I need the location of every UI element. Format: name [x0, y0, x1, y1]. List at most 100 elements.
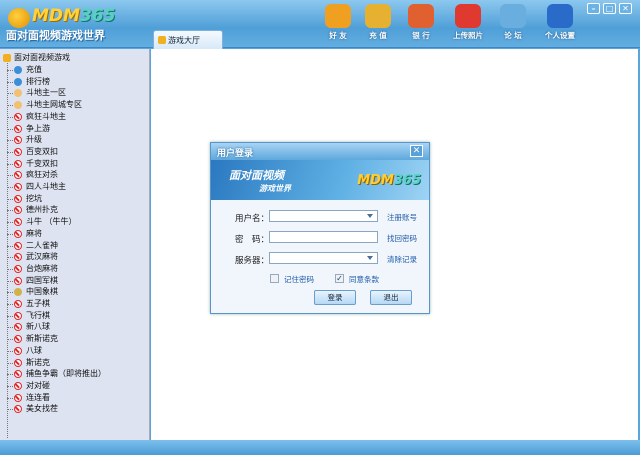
tree-item-label: 二人雀神 [26, 240, 58, 250]
disabled-icon [14, 218, 22, 227]
tree-item-label: 德州扑克 [26, 205, 58, 215]
toolbar-button-0[interactable]: 好 友 [318, 4, 358, 41]
tree-item-label: 争上游 [26, 123, 50, 133]
clear-records-link[interactable]: 清除记录 [387, 254, 417, 265]
game-tree-sidebar[interactable]: 面对面视频游戏 充值 排行榜 斗地主一区 斗地主网城专区 疯狂斗地主 争上游 升级 百变双扣千… [0, 49, 150, 440]
toolbar-button-5[interactable]: 个人设置 [540, 4, 580, 41]
title-bar: MDM365 面对面视频游戏世界 游戏大厅 好 友 充 值 银 行 上传照片 论 坛 个人… [0, 0, 640, 49]
tree-connector [7, 304, 13, 305]
ie-icon [14, 66, 22, 74]
toolbar-label: 个人设置 [545, 31, 575, 40]
username-combobox[interactable] [269, 210, 378, 222]
camera-icon [455, 4, 481, 28]
tree-connector [7, 105, 13, 107]
tree-connector [7, 81, 13, 83]
chevron-down-icon[interactable] [367, 256, 373, 263]
exit-button[interactable]: 退出 [370, 290, 412, 305]
banner-line2: 游戏世界 [259, 184, 291, 193]
chevron-down-icon[interactable] [367, 214, 373, 221]
banner-logo: MDM365 [357, 173, 421, 188]
disabled-icon [14, 405, 22, 414]
banner-line1: 面对面视频 [229, 169, 284, 182]
toolbar-button-4[interactable]: 论 坛 [493, 4, 533, 41]
dialog-close-button[interactable]: ✕ [410, 145, 423, 157]
tree-item-label: 挖坑 [26, 193, 42, 203]
toolbar-button-1[interactable]: 充 值 [358, 4, 398, 41]
tab-label: 游戏大厅 [168, 36, 200, 45]
tree-connector [7, 187, 13, 188]
disabled-icon [14, 183, 22, 191]
minimize-button[interactable]: – [587, 3, 600, 14]
disabled-icon [14, 264, 22, 273]
disabled-icon [14, 253, 22, 262]
tree-connector [7, 116, 13, 118]
tree-connector [7, 374, 13, 376]
remember-password-checkbox[interactable] [270, 274, 279, 283]
bank-house-icon [408, 4, 434, 28]
coins-icon [365, 4, 391, 28]
agree-terms-checkbox[interactable]: ✓ [335, 274, 344, 283]
tree-item-label: 百变双扣 [26, 146, 58, 156]
disabled-icon [14, 159, 22, 168]
tree-item-label: 对对碰 [26, 380, 50, 390]
disabled-icon [14, 335, 22, 344]
tree-connector [7, 362, 13, 364]
tree-item-label: 四人斗地主 [26, 182, 66, 191]
tree-connector [7, 339, 13, 341]
tree-item-label: 疯狂对杀 [26, 170, 58, 180]
disabled-icon [14, 171, 22, 180]
remember-password-label[interactable]: 记住密码 [284, 274, 314, 285]
tree-root-label: 面对面视频游戏 [14, 53, 70, 62]
toolbar-label: 充 值 [369, 31, 387, 40]
disabled-icon [14, 194, 22, 203]
tree-connector [7, 163, 13, 165]
tree-item-label: 斗牛 （牛牛） [26, 217, 77, 227]
tree-connector [7, 409, 13, 411]
recover-password-link[interactable]: 找回密码 [387, 233, 417, 244]
tree-item-label: 新斯诺克 [26, 334, 58, 344]
tree-item-label: 八球 [26, 345, 42, 355]
toolbar-label: 好 友 [329, 31, 347, 40]
tree-item-label: 升级 [26, 135, 42, 145]
tree-connector [7, 315, 13, 317]
tree-item-label: 四国军棋 [26, 275, 58, 285]
user-settings-icon [547, 4, 573, 28]
toolbar-button-2[interactable]: 银 行 [401, 4, 441, 41]
toolbar-button-3[interactable]: 上传照片 [448, 4, 488, 41]
agree-terms-label[interactable]: 同意条款 [349, 274, 379, 285]
tree-item-label: 美女找茬 [26, 404, 58, 414]
tree-item-label: 斯诺克 [26, 357, 50, 367]
disabled-icon [14, 300, 22, 308]
close-button[interactable]: ✕ [619, 3, 632, 14]
disabled-icon [14, 147, 22, 156]
server-label: 服务器： [234, 256, 269, 266]
server-combobox[interactable] [269, 252, 378, 264]
disabled-icon [14, 241, 22, 250]
tree-connector [7, 245, 13, 247]
tree-item-label: 斗地主网城专区 [26, 100, 82, 110]
tree-connector [7, 280, 13, 282]
tree-item-label: 五子棋 [26, 299, 50, 308]
maximize-button[interactable]: □ [603, 3, 616, 14]
disabled-icon [14, 370, 22, 379]
password-input[interactable] [269, 231, 378, 243]
tab-game-lobby[interactable]: 游戏大厅 [153, 30, 223, 49]
doudizhu-icon [14, 89, 22, 98]
status-bar [0, 440, 640, 455]
disabled-icon [14, 311, 22, 320]
disabled-icon [14, 276, 22, 285]
disabled-icon [14, 393, 22, 402]
disabled-icon [14, 124, 22, 133]
register-link[interactable]: 注册账号 [387, 212, 417, 223]
disabled-icon [14, 229, 22, 238]
login-button[interactable]: 登录 [314, 290, 356, 305]
disabled-icon [14, 381, 22, 390]
toolbar-label: 论 坛 [504, 31, 522, 40]
username-label: 用户名： [234, 214, 269, 224]
disabled-icon [14, 136, 22, 145]
tree-item-label: 台炮麻将 [26, 263, 58, 273]
logo-people-icon [8, 8, 30, 28]
lobby-icon [158, 36, 166, 44]
tree-connector [7, 70, 13, 71]
disabled-icon [14, 346, 22, 355]
